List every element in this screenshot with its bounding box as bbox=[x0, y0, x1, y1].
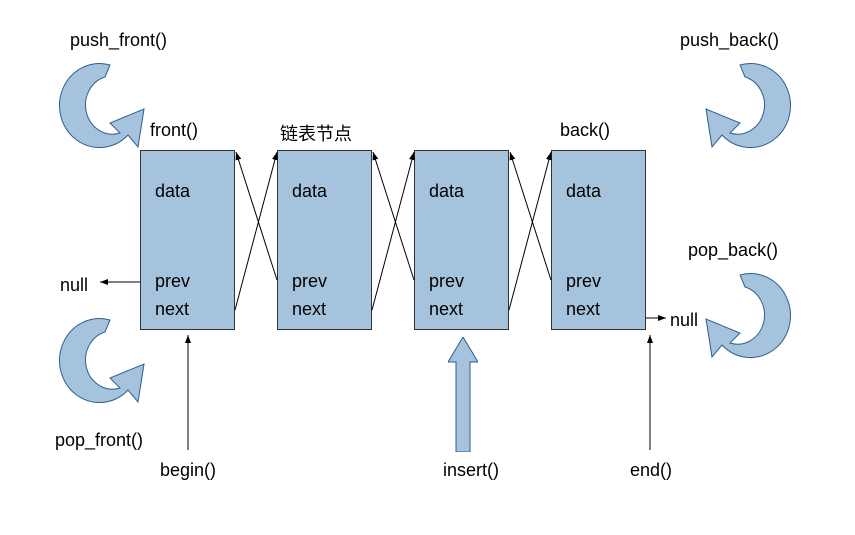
push-front-label: push_front() bbox=[70, 30, 167, 51]
node-next-field: next bbox=[292, 299, 326, 320]
pop-front-label: pop_front() bbox=[55, 430, 143, 451]
pop-back-arrow-icon bbox=[700, 265, 800, 385]
insert-arrow-icon bbox=[448, 337, 478, 452]
node-3: data prev next bbox=[551, 150, 646, 330]
end-label: end() bbox=[630, 460, 672, 481]
node-prev-field: prev bbox=[155, 271, 190, 292]
node-prev-field: prev bbox=[429, 271, 464, 292]
null-right-label: null bbox=[670, 310, 698, 331]
node-2: data prev next bbox=[414, 150, 509, 330]
insert-label: insert() bbox=[443, 460, 499, 481]
node-type-label: 链表节点 bbox=[280, 120, 352, 146]
node-data-field: data bbox=[566, 181, 601, 202]
node-prev-field: prev bbox=[292, 271, 327, 292]
node-0: data prev next bbox=[140, 150, 235, 330]
pop-front-arrow-icon bbox=[50, 310, 150, 430]
node-1: data prev next bbox=[277, 150, 372, 330]
node-prev-field: prev bbox=[566, 271, 601, 292]
push-back-label: push_back() bbox=[680, 30, 779, 51]
front-label: front() bbox=[150, 120, 198, 141]
push-back-arrow-icon bbox=[700, 55, 800, 175]
node-data-field: data bbox=[429, 181, 464, 202]
linked-list-diagram: push_front() pop_front() push_back() pop… bbox=[0, 0, 855, 535]
node-data-field: data bbox=[155, 181, 190, 202]
node-next-field: next bbox=[155, 299, 189, 320]
null-left-label: null bbox=[60, 275, 88, 296]
back-label: back() bbox=[560, 120, 610, 141]
pop-back-label: pop_back() bbox=[688, 240, 778, 261]
node-next-field: next bbox=[566, 299, 600, 320]
begin-label: begin() bbox=[160, 460, 216, 481]
node-data-field: data bbox=[292, 181, 327, 202]
node-next-field: next bbox=[429, 299, 463, 320]
push-front-arrow-icon bbox=[50, 55, 150, 175]
